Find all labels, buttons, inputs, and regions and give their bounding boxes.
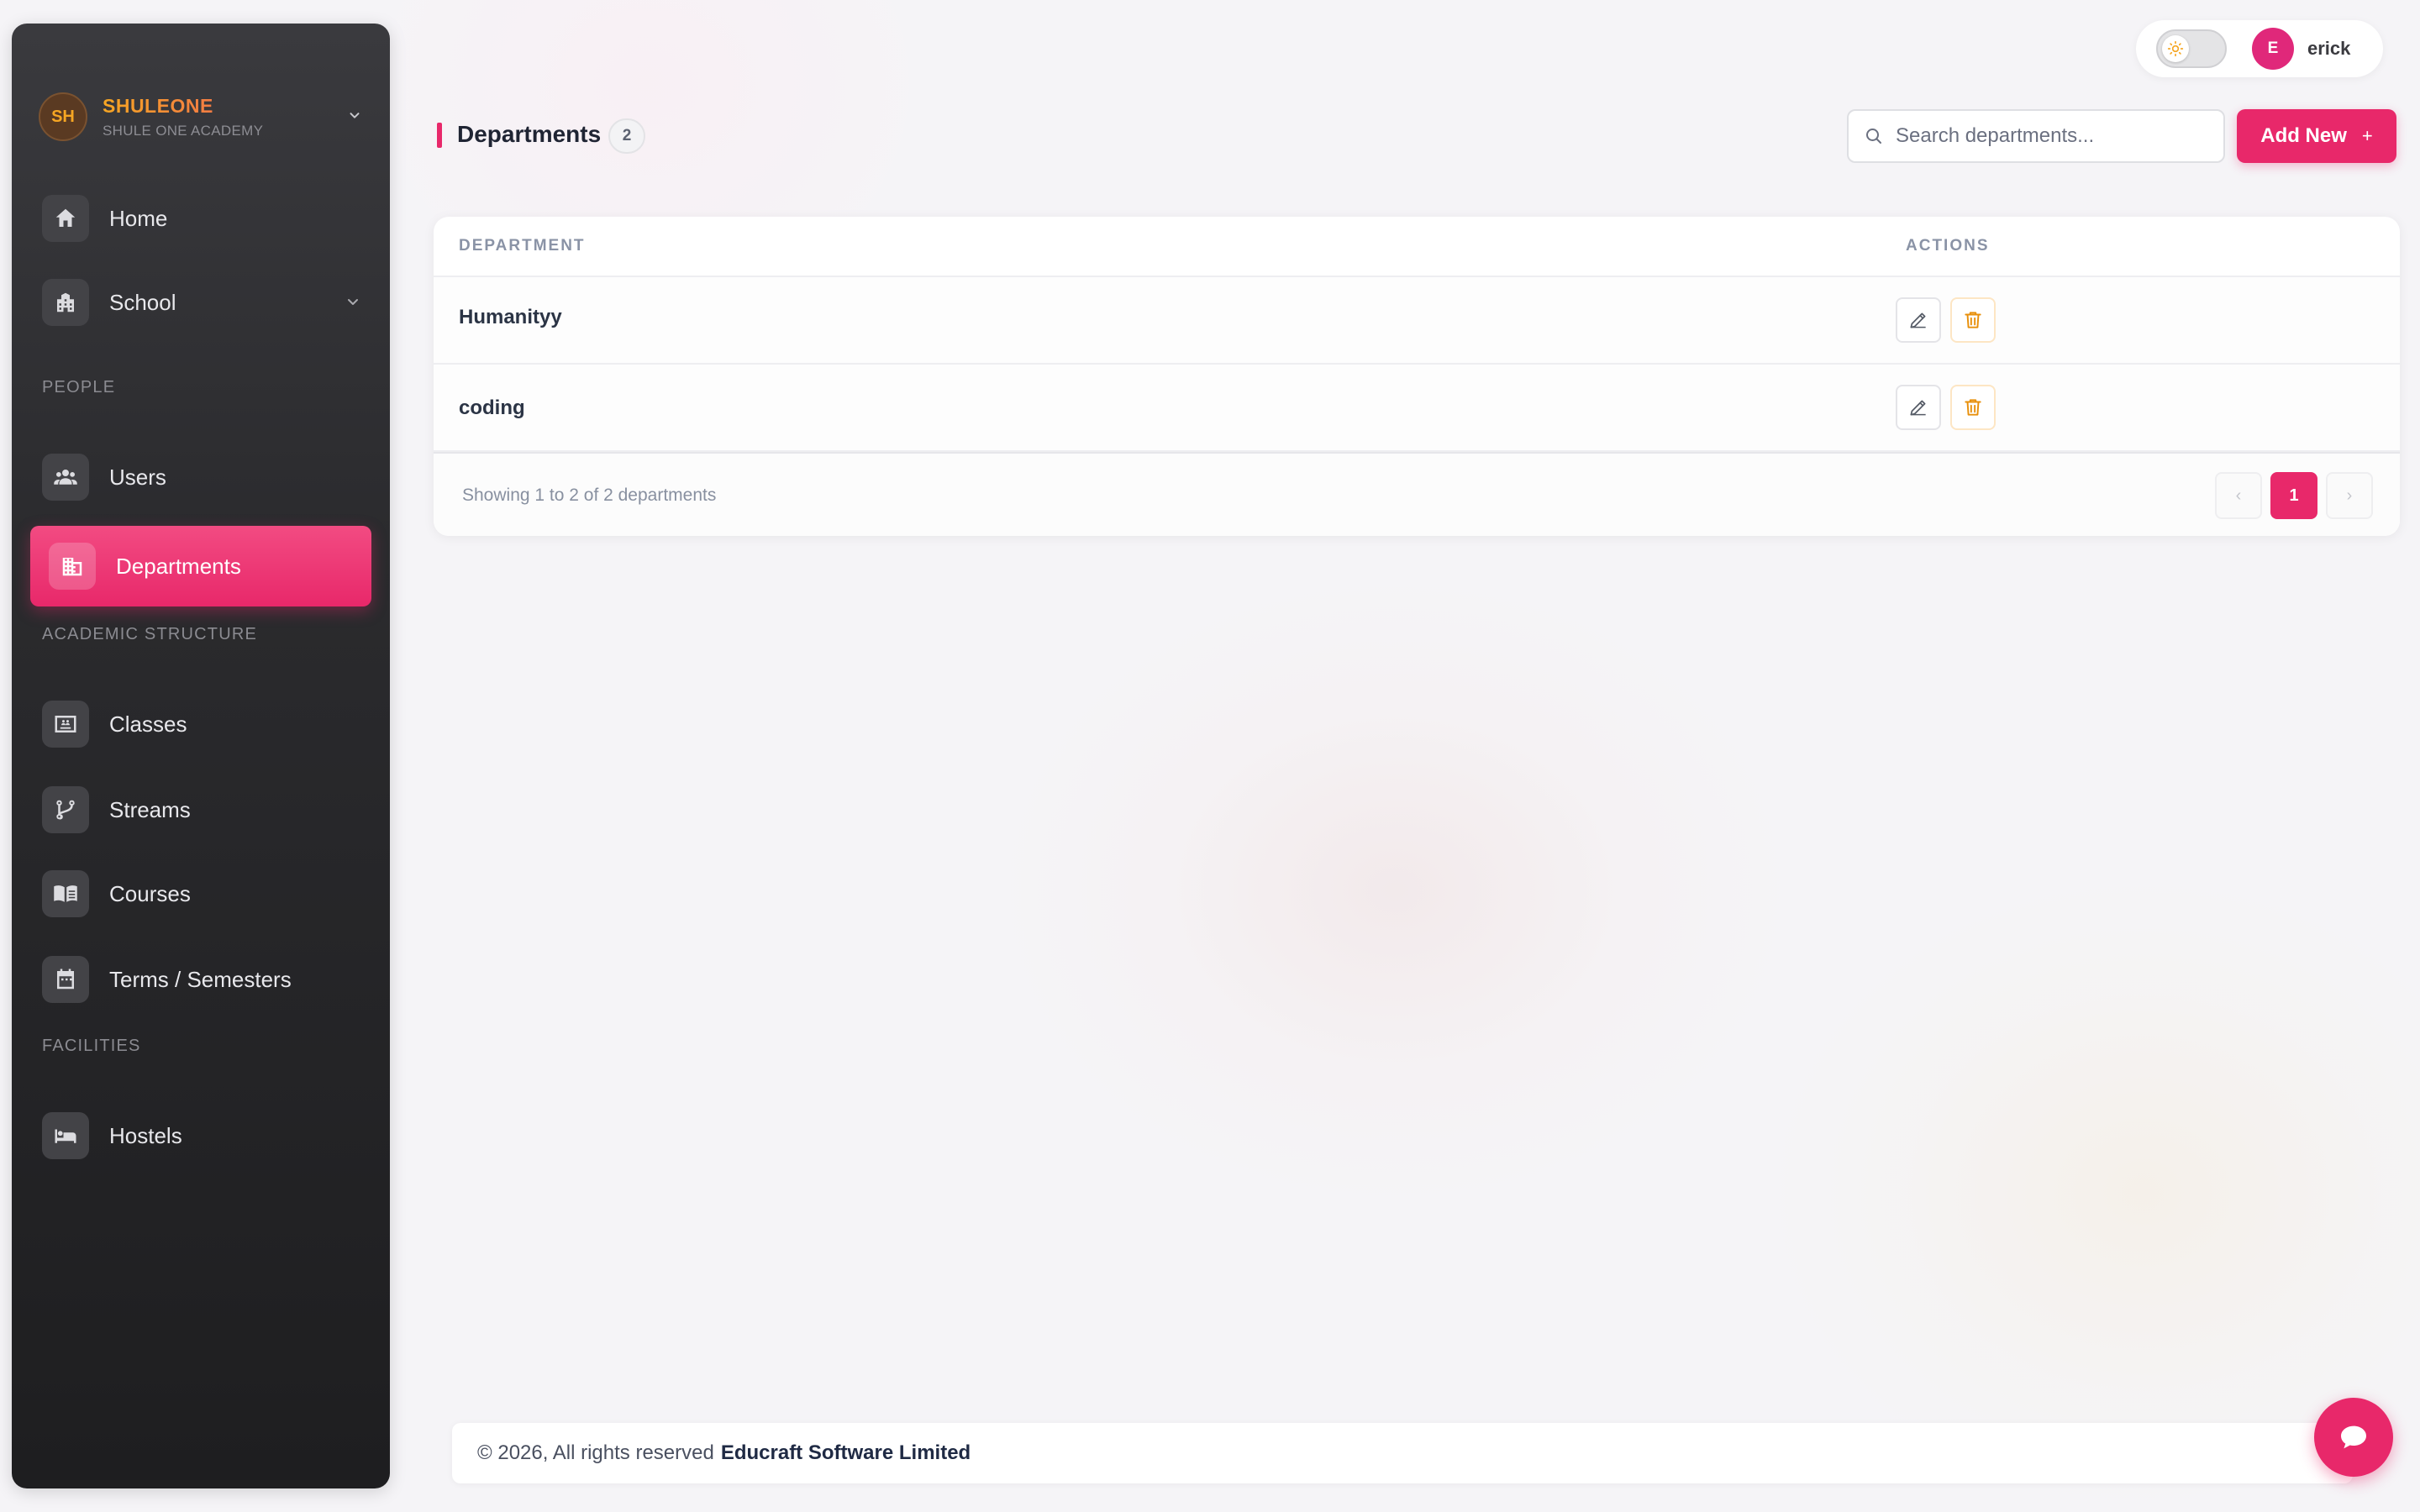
sidebar-item-label: Users [109, 464, 166, 490]
add-new-button[interactable]: Add New + [2237, 109, 2396, 163]
chevron-down-icon [345, 290, 361, 316]
school-switcher[interactable]: SH SHULEONE SHULE ONE ACADEMY [39, 89, 375, 144]
sidebar-item-label: Courses [109, 880, 191, 906]
title-accent-bar [437, 123, 442, 148]
sidebar-item-label: Terms / Semesters [109, 966, 292, 992]
pagination-next-button[interactable]: › [2326, 472, 2373, 519]
sidebar-item-school[interactable]: School [42, 272, 378, 333]
table-row: coding [434, 365, 2400, 452]
section-label-academic-structure: ACADEMIC STRUCTURE [42, 625, 258, 643]
section-label-people: PEOPLE [42, 378, 116, 396]
table-header: DEPARTMENT ACTIONS [434, 217, 2400, 277]
user-name[interactable]: erick [2307, 38, 2350, 60]
sidebar-item-label: Hostels [109, 1122, 182, 1148]
pagination-page-1[interactable]: 1 [2270, 472, 2317, 519]
trash-icon [1965, 312, 1981, 328]
department-name: Humanityy [459, 306, 562, 328]
departments-table: DEPARTMENT ACTIONS Humanityy coding Show… [434, 217, 2400, 536]
sidebar-item-terms-semesters[interactable]: Terms / Semesters [42, 949, 378, 1010]
department-name: coding [459, 396, 525, 419]
building-icon [42, 279, 89, 326]
school-avatar: SH [39, 92, 87, 141]
users-icon [42, 454, 89, 501]
sidebar-item-home[interactable]: Home [42, 188, 378, 249]
calendar-icon [42, 956, 89, 1003]
page-title: Departments [457, 121, 602, 147]
home-icon [42, 195, 89, 242]
chat-button[interactable] [2314, 1398, 2393, 1477]
column-header-actions: ACTIONS [1906, 237, 1990, 255]
edit-button[interactable] [1896, 385, 1941, 430]
sidebar: SH SHULEONE SHULE ONE ACADEMY Home Schoo… [12, 24, 390, 1488]
pencil-icon [1910, 400, 1926, 416]
sidebar-item-classes[interactable]: Classes [42, 694, 378, 754]
sidebar-item-label: Home [109, 205, 168, 231]
background-glow [992, 571, 1798, 1210]
sidebar-item-courses[interactable]: Courses [42, 864, 378, 924]
table-row: Humanityy [434, 277, 2400, 365]
brand-name: SHULEONE [103, 95, 345, 118]
streams-icon [42, 786, 89, 833]
count-badge: 2 [608, 118, 645, 154]
column-header-department: DEPARTMENT [459, 237, 586, 255]
delete-button[interactable] [1950, 385, 1996, 430]
edit-button[interactable] [1896, 297, 1941, 343]
pencil-icon [1910, 312, 1926, 328]
sun-icon [2162, 35, 2189, 62]
brand-subtitle: SHULE ONE ACADEMY [103, 122, 264, 139]
search-icon [1866, 129, 1881, 144]
trash-icon [1965, 399, 1981, 416]
book-icon [42, 870, 89, 917]
sidebar-item-hostels[interactable]: Hostels [42, 1105, 378, 1166]
table-footer: Showing 1 to 2 of 2 departments ‹ 1 › [434, 452, 2400, 536]
theme-toggle[interactable] [2156, 29, 2227, 68]
classes-icon [42, 701, 89, 748]
showing-text: Showing 1 to 2 of 2 departments [462, 486, 717, 505]
user-bar: E erick [2136, 20, 2383, 77]
sidebar-item-label: Departments [116, 553, 241, 579]
departments-icon [49, 543, 96, 590]
sidebar-item-label: Streams [109, 796, 191, 822]
pagination-prev-button[interactable]: ‹ [2215, 472, 2262, 519]
sidebar-item-streams[interactable]: Streams [42, 780, 378, 840]
chevron-down-icon [345, 108, 365, 127]
sidebar-item-departments[interactable]: Departments [30, 526, 371, 606]
sidebar-item-label: Classes [109, 711, 187, 737]
plus-icon: + [2361, 125, 2373, 146]
sidebar-item-users[interactable]: Users [42, 447, 378, 507]
section-label-facilities: FACILITIES [42, 1037, 141, 1055]
bed-icon [42, 1112, 89, 1159]
add-new-label: Add New [2260, 124, 2347, 147]
delete-button[interactable] [1950, 297, 1996, 343]
avatar[interactable]: E [2252, 28, 2294, 70]
company-name: Educraft Software Limited [720, 1441, 971, 1464]
search-input[interactable] [1896, 124, 2198, 148]
copyright-text: © 2026, All rights reserved [477, 1441, 714, 1464]
search-field[interactable] [1847, 109, 2225, 163]
sidebar-item-label: School [109, 289, 176, 315]
page-footer: © 2026, All rights reserved Educraft Sof… [452, 1423, 2353, 1483]
chat-icon [2341, 1425, 2366, 1449]
